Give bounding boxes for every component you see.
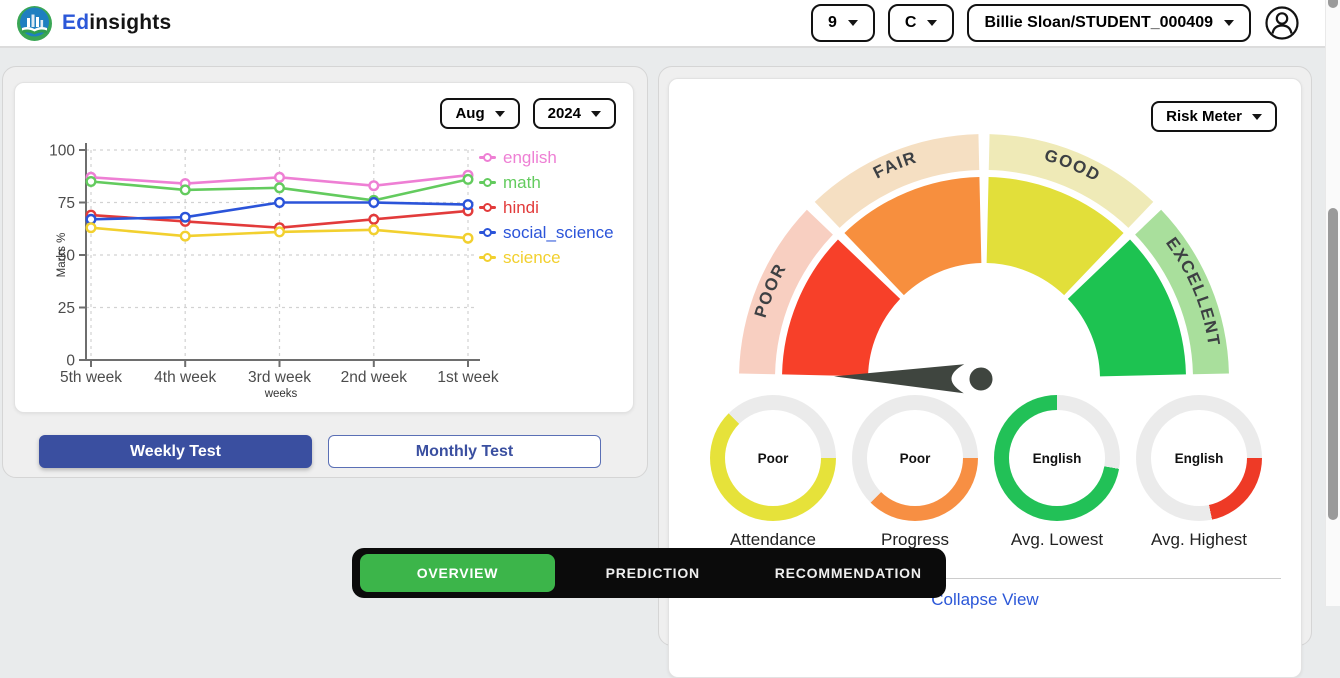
svg-text:25: 25 <box>58 300 75 317</box>
brand-logo-icon <box>16 5 53 42</box>
attendance-donut: Poor <box>710 395 836 521</box>
series-marker-icon <box>479 256 496 259</box>
donut-caption: Progress <box>852 530 978 550</box>
avg-lowest-donut-block: English Avg. Lowest <box>994 395 1120 550</box>
chevron-down-icon <box>848 20 858 26</box>
student-dropdown-value: Billie Sloan/STUDENT_000409 <box>984 14 1213 32</box>
section-dropdown[interactable]: C <box>888 4 955 42</box>
brand: Edinsights <box>16 5 171 42</box>
risk-meter-dropdown-value: Risk Meter <box>1166 108 1242 125</box>
chevron-down-icon <box>495 111 505 117</box>
svg-text:0: 0 <box>66 353 75 370</box>
legend-item-science[interactable]: science <box>479 245 614 270</box>
donut-center-label: Poor <box>710 395 836 521</box>
series-marker-icon <box>479 181 496 184</box>
marks-chart-card: Aug 2024 02550751005th week4th week3rd w… <box>14 82 634 413</box>
svg-text:75: 75 <box>58 195 75 212</box>
donut-caption: Avg. Highest <box>1136 530 1262 550</box>
year-dropdown[interactable]: 2024 <box>533 98 616 129</box>
svg-text:Marks %: Marks % <box>56 233 68 278</box>
student-dropdown[interactable]: Billie Sloan/STUDENT_000409 <box>967 4 1251 42</box>
donut-caption: Avg. Lowest <box>994 530 1120 550</box>
month-dropdown-value: Aug <box>455 105 484 122</box>
risk-meter-dropdown[interactable]: Risk Meter <box>1151 101 1277 132</box>
tab-overview[interactable]: OVERVIEW <box>360 554 555 592</box>
scrollbar-thumb-top[interactable] <box>1328 0 1338 8</box>
attendance-donut-block: Poor Attendance <box>710 395 836 550</box>
svg-text:weeks: weeks <box>264 388 298 400</box>
monthly-test-button[interactable]: Monthly Test <box>328 435 601 468</box>
donut-center-label: English <box>1136 395 1262 521</box>
brand-name: Edinsights <box>62 11 171 35</box>
svg-text:100: 100 <box>49 143 75 160</box>
svg-text:3rd week: 3rd week <box>248 369 311 386</box>
marks-panel: Aug 2024 02550751005th week4th week3rd w… <box>2 66 648 478</box>
legend-item-hindi[interactable]: hindi <box>479 195 614 220</box>
header-controls: 9 C Billie Sloan/STUDENT_000409 <box>811 4 1300 42</box>
avg-highest-donut: English <box>1136 395 1262 521</box>
donut-center-label: Poor <box>852 395 978 521</box>
grade-dropdown-value: 9 <box>828 14 837 32</box>
chevron-down-icon <box>1224 20 1234 26</box>
chevron-down-icon <box>591 111 601 117</box>
section-dropdown-value: C <box>905 14 917 32</box>
app-header: Edinsights 9 C Billie Sloan/STUDENT_0004… <box>0 0 1340 48</box>
profile-icon[interactable] <box>1264 5 1300 41</box>
svg-text:4th week: 4th week <box>154 369 216 386</box>
chevron-down-icon <box>927 20 937 26</box>
donut-center-label: English <box>994 395 1120 521</box>
month-dropdown[interactable]: Aug <box>440 98 519 129</box>
legend-item-social-science[interactable]: social_science <box>479 220 614 245</box>
bottom-tabbar: OVERVIEW PREDICTION RECOMMENDATION <box>352 548 946 598</box>
kpi-donuts: Poor Attendance Poor Progress English Av… <box>669 395 1303 550</box>
series-marker-icon <box>479 231 496 234</box>
tab-prediction[interactable]: PREDICTION <box>555 565 751 581</box>
legend-item-math[interactable]: math <box>479 170 614 195</box>
progress-donut-block: Poor Progress <box>852 395 978 550</box>
progress-donut: Poor <box>852 395 978 521</box>
avg-lowest-donut: English <box>994 395 1120 521</box>
chevron-down-icon <box>1252 114 1262 120</box>
page-scrollbar <box>1325 0 1340 606</box>
legend-item-english[interactable]: english <box>479 145 614 170</box>
weekly-test-button[interactable]: Weekly Test <box>39 435 312 468</box>
series-marker-icon <box>479 156 496 159</box>
svg-text:5th week: 5th week <box>60 369 122 386</box>
year-dropdown-value: 2024 <box>548 105 581 122</box>
svg-text:1st week: 1st week <box>437 369 498 386</box>
scrollbar-thumb[interactable] <box>1328 208 1338 520</box>
chart-legend: english math hindi social_science scienc… <box>479 145 614 270</box>
donut-caption: Attendance <box>710 530 836 550</box>
series-marker-icon <box>479 206 496 209</box>
chart-filters: Aug 2024 <box>440 98 616 129</box>
grade-dropdown[interactable]: 9 <box>811 4 875 42</box>
tab-recommendation[interactable]: RECOMMENDATION <box>751 565 947 581</box>
svg-text:2nd week: 2nd week <box>341 369 408 386</box>
avg-highest-donut-block: English Avg. Highest <box>1136 395 1262 550</box>
